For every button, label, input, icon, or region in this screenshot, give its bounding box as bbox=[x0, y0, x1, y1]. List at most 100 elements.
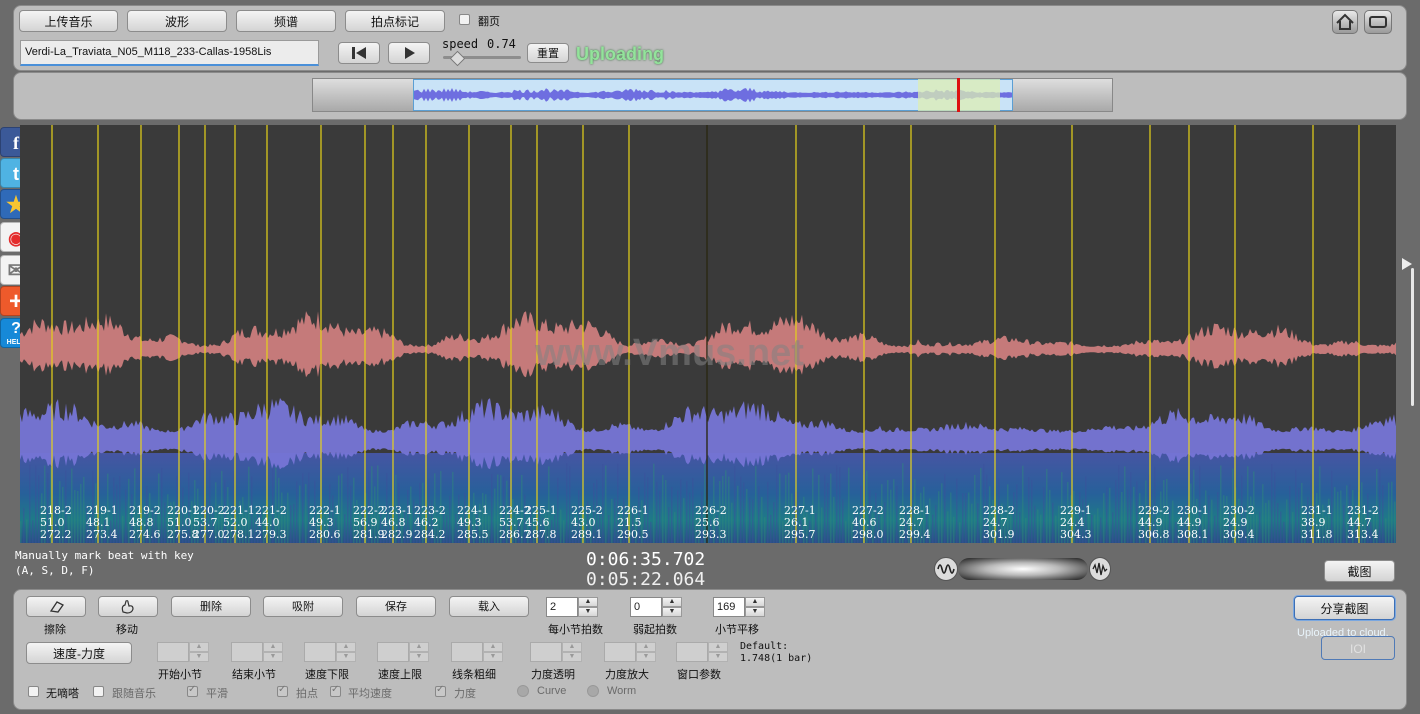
pickup-beats-stepper[interactable]: 0 ▲ ▼ bbox=[630, 597, 682, 617]
stepper-down-icon[interactable]: ▼ bbox=[636, 652, 656, 662]
spectrogram-band bbox=[734, 466, 736, 543]
file-name-text: Verdi-La_Traviata_N05_M118_233-Callas-19… bbox=[25, 46, 272, 58]
beat-mark-button[interactable]: 拍点标记 bbox=[345, 10, 445, 32]
spectrogram-band bbox=[560, 509, 562, 543]
window-param-stepper[interactable]: ▲ ▼ bbox=[676, 642, 728, 662]
no-tick-checkbox[interactable] bbox=[28, 686, 39, 697]
play-button[interactable] bbox=[388, 42, 430, 64]
spectrogram-band bbox=[1031, 479, 1033, 543]
tempo-max-input[interactable] bbox=[377, 642, 409, 662]
waveform-zoom-icon[interactable] bbox=[1089, 557, 1111, 581]
erase-button[interactable] bbox=[26, 596, 86, 617]
stepper-down-icon[interactable]: ▼ bbox=[483, 652, 503, 662]
dynamics-zoom-stepper[interactable]: ▲ ▼ bbox=[604, 642, 656, 662]
curve-radio[interactable] bbox=[517, 685, 529, 697]
save-button[interactable]: 保存 bbox=[356, 596, 436, 617]
stepper-down-icon[interactable]: ▼ bbox=[336, 652, 356, 662]
bar-offset-input[interactable]: 169 bbox=[713, 597, 745, 617]
spectrogram-band bbox=[119, 476, 121, 543]
dynamics-checkbox[interactable] bbox=[435, 684, 446, 697]
tempo-min-input[interactable] bbox=[304, 642, 336, 662]
end-bar-stepper[interactable]: ▲ ▼ bbox=[231, 642, 283, 662]
stepper-up-icon[interactable]: ▲ bbox=[562, 642, 582, 652]
beats-per-bar-stepper[interactable]: 2 ▲ ▼ bbox=[546, 597, 598, 617]
dynamics-alpha-stepper[interactable]: ▲ ▼ bbox=[530, 642, 582, 662]
beat-point-checkbox[interactable] bbox=[277, 684, 288, 697]
rewind-button[interactable] bbox=[338, 42, 380, 64]
move-button[interactable] bbox=[98, 596, 158, 617]
stepper-down-icon[interactable]: ▼ bbox=[263, 652, 283, 662]
stepper-up-icon[interactable]: ▲ bbox=[483, 642, 503, 652]
dynamics-zoom-input[interactable] bbox=[604, 642, 636, 662]
beat-time: 290.5 bbox=[617, 528, 649, 541]
window-param-input[interactable] bbox=[676, 642, 708, 662]
zoom-slider[interactable] bbox=[958, 558, 1088, 580]
stepper-up-icon[interactable]: ▲ bbox=[662, 597, 682, 607]
fullscreen-icon[interactable] bbox=[1364, 10, 1392, 34]
beats-per-bar-label: 每小节拍数 bbox=[548, 624, 603, 636]
stepper-down-icon[interactable]: ▼ bbox=[708, 652, 728, 662]
tempo-max-stepper[interactable]: ▲ ▼ bbox=[377, 642, 429, 662]
home-icon[interactable] bbox=[1332, 10, 1358, 34]
beat-label: 219-2 48.8 274.6 bbox=[129, 505, 161, 541]
stepper-up-icon[interactable]: ▲ bbox=[708, 642, 728, 652]
spectrogram-band bbox=[1334, 487, 1336, 543]
reset-speed-button[interactable]: 重置 bbox=[527, 43, 569, 63]
dynamics-alpha-input[interactable] bbox=[530, 642, 562, 662]
line-width-stepper[interactable]: ▲ ▼ bbox=[451, 642, 503, 662]
stepper-up-icon[interactable]: ▲ bbox=[263, 642, 283, 652]
stepper-up-icon[interactable]: ▲ bbox=[189, 642, 209, 652]
waveform-button[interactable]: 波形 bbox=[127, 10, 227, 32]
stepper-down-icon[interactable]: ▼ bbox=[578, 607, 598, 617]
load-button[interactable]: 载入 bbox=[449, 596, 529, 617]
stepper-down-icon[interactable]: ▼ bbox=[189, 652, 209, 662]
spectrogram-band bbox=[1214, 515, 1216, 543]
pickup-beats-input[interactable]: 0 bbox=[630, 597, 662, 617]
smooth-checkbox[interactable] bbox=[187, 684, 198, 697]
worm-radio[interactable] bbox=[587, 685, 599, 697]
beat-label: 228-2 24.7 301.9 bbox=[983, 505, 1015, 541]
stepper-up-icon[interactable]: ▲ bbox=[336, 642, 356, 652]
bar-offset-stepper[interactable]: 169 ▲ ▼ bbox=[713, 597, 765, 617]
share-screenshot-button[interactable]: 分享截图 bbox=[1294, 596, 1395, 620]
snap-button[interactable]: 吸附 bbox=[263, 596, 343, 617]
spectrogram-band bbox=[1115, 479, 1117, 543]
stepper-up-icon[interactable]: ▲ bbox=[745, 597, 765, 607]
avg-tempo-checkbox[interactable] bbox=[330, 684, 341, 697]
stepper-down-icon[interactable]: ▼ bbox=[562, 652, 582, 662]
vertical-scrollbar[interactable] bbox=[1411, 268, 1414, 406]
spectrogram-band bbox=[1043, 487, 1045, 543]
speed-slider[interactable] bbox=[443, 50, 521, 67]
stepper-up-icon[interactable]: ▲ bbox=[636, 642, 656, 652]
tempo-min-stepper[interactable]: ▲ ▼ bbox=[304, 642, 356, 662]
stepper-up-icon[interactable]: ▲ bbox=[409, 642, 429, 652]
stepper-down-icon[interactable]: ▼ bbox=[745, 607, 765, 617]
waveform-display[interactable]: www.Vmus.net 218-2 51.0 272.2 219-1 48.1 273.… bbox=[20, 125, 1396, 543]
beats-per-bar-input[interactable]: 2 bbox=[546, 597, 578, 617]
spectrogram-band bbox=[566, 463, 568, 543]
delete-button[interactable]: 删除 bbox=[171, 596, 251, 617]
stepper-down-icon[interactable]: ▼ bbox=[409, 652, 429, 662]
upload-music-button[interactable]: 上传音乐 bbox=[19, 10, 118, 32]
line-width-input[interactable] bbox=[451, 642, 483, 662]
screenshot-button[interactable]: 截图 bbox=[1324, 560, 1395, 582]
start-bar-stepper[interactable]: ▲ ▼ bbox=[157, 642, 209, 662]
page-turn-checkbox[interactable] bbox=[459, 14, 470, 25]
follow-music-checkbox[interactable] bbox=[93, 686, 104, 697]
spectrogram-band bbox=[692, 477, 694, 543]
stepper-down-icon[interactable]: ▼ bbox=[662, 607, 682, 617]
beat-time: 299.4 bbox=[899, 528, 931, 541]
tempo-dynamics-button[interactable]: 速度-力度 bbox=[26, 642, 132, 664]
file-name-field[interactable]: Verdi-La_Traviata_N05_M118_233-Callas-19… bbox=[20, 40, 319, 66]
overview-playhead[interactable] bbox=[957, 78, 960, 112]
beat-time: 295.7 bbox=[784, 528, 816, 541]
spectrum-button[interactable]: 频谱 bbox=[236, 10, 336, 32]
beat-time: 309.4 bbox=[1223, 528, 1255, 541]
end-bar-input[interactable] bbox=[231, 642, 263, 662]
ioi-button[interactable]: IOI bbox=[1321, 636, 1395, 660]
sine-wave-icon[interactable] bbox=[934, 557, 958, 581]
spectrogram-band bbox=[77, 491, 79, 543]
start-bar-input[interactable] bbox=[157, 642, 189, 662]
stepper-up-icon[interactable]: ▲ bbox=[578, 597, 598, 607]
beat-time: 277.0 bbox=[193, 528, 225, 541]
